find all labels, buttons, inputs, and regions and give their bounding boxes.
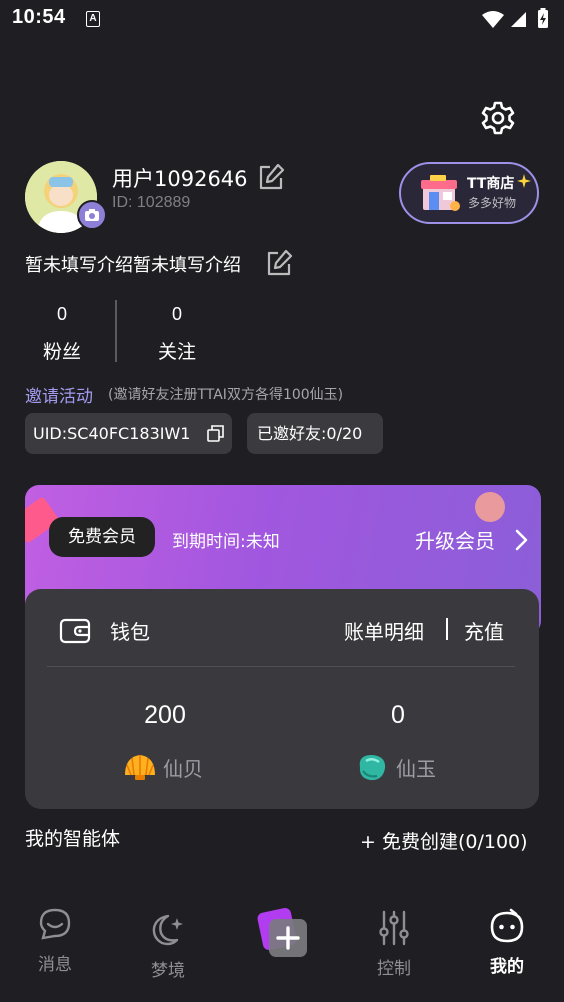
fans-label: 粉丝 — [42, 341, 81, 363]
invite-activity-link[interactable]: 邀请活动 — [25, 382, 93, 407]
tab-label-mine: 我的 — [490, 957, 524, 977]
uid-chip[interactable]: UID:SC40FC183IW1 — [25, 413, 232, 454]
jade-balance: 0 — [391, 701, 405, 729]
moon-icon — [152, 914, 183, 946]
message-icon — [39, 908, 71, 940]
edit-intro-icon[interactable] — [264, 248, 294, 278]
tab-mine[interactable]: 我的 — [452, 890, 562, 977]
tab-messages[interactable]: 消息 — [0, 890, 110, 975]
change-avatar-button[interactable] — [77, 200, 107, 230]
wallet-card: 钱包 账单明细 充值 200 仙贝 0 仙玉 — [25, 589, 539, 809]
tab-label-control: 控制 — [377, 959, 411, 979]
invited-friends-chip: 已邀好友:0/20 — [247, 413, 383, 454]
tab-label-dreams: 梦境 — [151, 961, 185, 981]
shop-subtitle: 多多好物 — [468, 196, 517, 210]
username: 用户1092646 — [112, 167, 248, 191]
status-bar: 10:54 A — [0, 0, 564, 38]
following-count: 0 — [171, 304, 182, 324]
shells-label: 仙贝 — [163, 757, 203, 781]
bottom-tab-bar: 消息 梦境 控制 我的 — [0, 890, 564, 1002]
stats-divider — [115, 300, 117, 362]
copy-icon[interactable] — [207, 425, 224, 442]
my-agents-title: 我的智能体 — [25, 828, 121, 850]
sparkle-icon — [517, 174, 531, 188]
tab-dreams[interactable]: 梦境 — [113, 890, 223, 981]
tt-shop-button[interactable]: TT商店 多多好物 — [399, 162, 539, 224]
tab-control[interactable]: 控制 — [339, 890, 449, 979]
vip-expire: 到期时间:未知 — [172, 532, 280, 552]
user-id: ID: 102889 — [112, 194, 191, 211]
invited-friends-text: 已邀好友:0/20 — [257, 424, 363, 443]
profile-icon — [490, 908, 524, 943]
following-label: 关注 — [157, 341, 196, 363]
create-icon[interactable] — [256, 906, 310, 960]
chevron-right-icon — [515, 529, 528, 551]
signal-icon — [511, 12, 526, 27]
camera-icon — [85, 209, 99, 221]
wifi-icon — [482, 11, 504, 28]
create-agent-button[interactable]: + 免费创建(0/100) — [360, 827, 528, 854]
settings-gear-icon[interactable] — [478, 98, 518, 138]
status-time: 10:54 — [12, 6, 66, 28]
sliders-icon — [379, 910, 409, 946]
wallet-title: 钱包 — [110, 620, 150, 644]
edit-username-icon[interactable] — [256, 162, 286, 192]
vip-badge: 免费会员 — [49, 517, 155, 557]
profile-intro: 暂未填写介绍暂未填写介绍 — [25, 255, 241, 276]
recharge-link[interactable]: 充值 — [464, 616, 504, 645]
jade-icon — [359, 755, 386, 781]
shop-icon — [421, 175, 460, 211]
shells-balance: 200 — [144, 701, 186, 729]
shell-icon — [125, 755, 155, 780]
following-stat[interactable]: 0 关注 — [132, 304, 222, 364]
fans-stat[interactable]: 0 粉丝 — [17, 304, 107, 364]
wallet-separator — [446, 618, 448, 640]
shop-title: TT商店 — [467, 176, 515, 192]
decorative-dot — [475, 492, 505, 522]
uid-text: UID:SC40FC183IW1 — [33, 424, 191, 443]
bill-details-link[interactable]: 账单明细 — [344, 616, 424, 645]
jade-label: 仙玉 — [396, 757, 436, 781]
invite-description: (邀请好友注册TTAI双方各得100仙玉) — [108, 387, 344, 403]
accessibility-indicator-icon: A — [86, 11, 100, 27]
status-icons — [482, 8, 548, 28]
fans-count: 0 — [56, 304, 67, 324]
wallet-divider — [47, 666, 515, 667]
tab-label-messages: 消息 — [38, 955, 72, 975]
wallet-icon — [59, 618, 91, 644]
upgrade-vip-button[interactable]: 升级会员 — [415, 525, 495, 554]
